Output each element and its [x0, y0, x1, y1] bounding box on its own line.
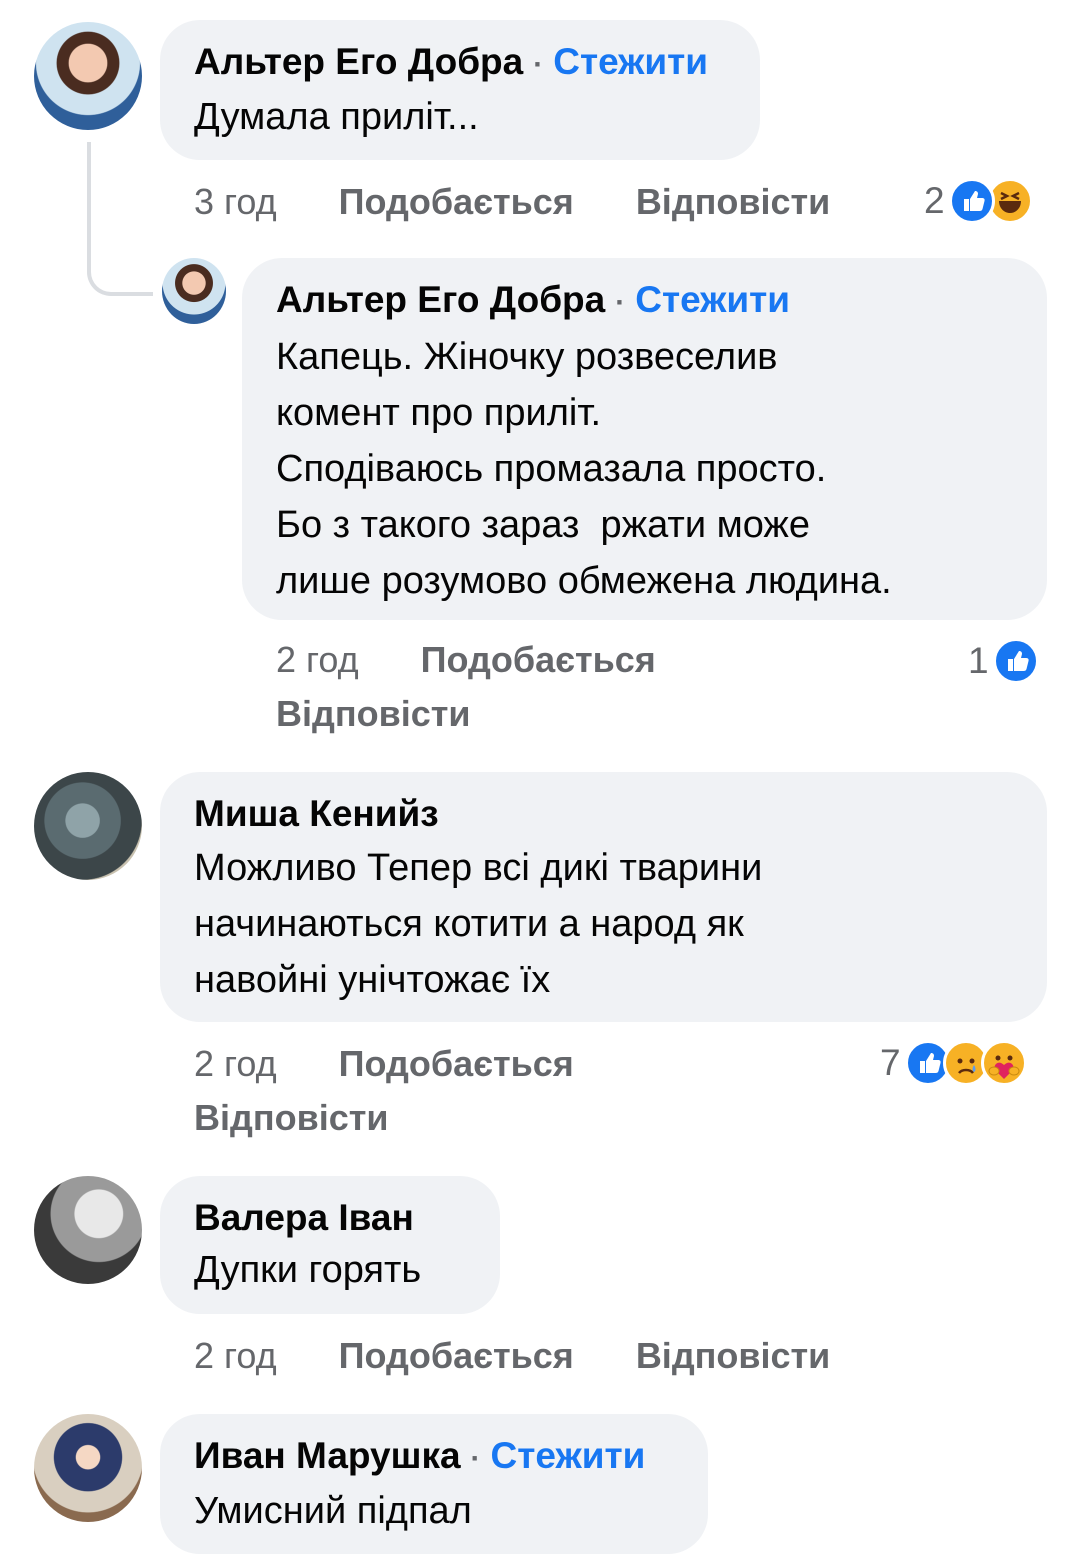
- separator-dot: ·: [615, 286, 626, 319]
- comment-time[interactable]: 3 год: [194, 181, 277, 222]
- comment-bubble: Альтер Его Добра · Стежити Капець. Жіночку…: [242, 258, 1047, 620]
- comment-author[interactable]: Альтер Его Добра: [276, 279, 605, 320]
- reaction-count: 1: [968, 640, 989, 681]
- like-button[interactable]: Подобається: [339, 1043, 574, 1084]
- comment-time[interactable]: 2 год: [276, 639, 359, 680]
- follow-button[interactable]: Стежити: [491, 1435, 646, 1476]
- follow-button[interactable]: Стежити: [635, 279, 790, 320]
- comment-time[interactable]: 2 год: [194, 1335, 277, 1376]
- like-button[interactable]: Подобається: [339, 181, 574, 222]
- comment-actions-row2: Відповісти: [194, 1096, 389, 1140]
- follow-button[interactable]: Стежити: [553, 41, 708, 82]
- comment-time[interactable]: 2 год: [194, 1043, 277, 1084]
- comment-text-line: Бо з такого зараз ржати може: [276, 504, 810, 546]
- avatar[interactable]: [34, 1414, 142, 1522]
- comment-text-line: Можливо Тепер всі дикі тварини: [194, 847, 763, 889]
- comment-actions: 2 год Подобається: [194, 1042, 574, 1086]
- reply-button[interactable]: Відповісти: [636, 181, 831, 222]
- like-icon: [948, 178, 995, 224]
- comment-text-line: Капець. Жіночку розвеселив: [276, 336, 778, 378]
- separator-dot: ·: [533, 48, 544, 81]
- comment-bubble: Валера Іван Дупки горять: [160, 1176, 500, 1314]
- comment-actions: 2 год Подобається Відповісти: [194, 1334, 830, 1378]
- reply-button[interactable]: Відповісти: [276, 693, 471, 734]
- reaction-summary[interactable]: 2: [924, 178, 1033, 224]
- comment-actions: 2 год Подобається: [276, 638, 656, 682]
- comment-text-line: навойні унічтожає їх: [194, 959, 551, 1001]
- reply-thread-line: [87, 142, 153, 296]
- comment-text-line: лише розумово обмежена людина.: [276, 560, 892, 602]
- comment-text: Дупки горять: [194, 1249, 422, 1291]
- reaction-count: 2: [924, 180, 945, 221]
- comment-text-line: комент про приліт.: [276, 392, 602, 434]
- like-button[interactable]: Подобається: [339, 1335, 574, 1376]
- reply-button[interactable]: Відповісти: [636, 1335, 831, 1376]
- comment-text: Умисний підпал: [194, 1490, 472, 1532]
- like-button[interactable]: Подобається: [421, 639, 656, 680]
- avatar[interactable]: [34, 1176, 142, 1284]
- comment-text: Думала приліт...: [194, 96, 479, 138]
- care-icon: [980, 1040, 1027, 1086]
- separator-dot: ·: [470, 1442, 481, 1475]
- reaction-count: 7: [880, 1042, 901, 1083]
- comment-text-line: Сподіваюсь промазала просто.: [276, 448, 827, 490]
- reaction-summary[interactable]: 1: [968, 638, 1039, 684]
- comment-bubble: Иван Марушка · Стежити Умисний підпал: [160, 1414, 708, 1554]
- comment-bubble: Альтер Его Добра · Стежити Думала приліт..…: [160, 20, 760, 160]
- reaction-summary[interactable]: 7: [880, 1040, 1027, 1086]
- comment-bubble: Миша Кенийз Можливо Тепер всі дикі твари…: [160, 772, 1047, 1022]
- reply-button[interactable]: Відповісти: [194, 1097, 389, 1138]
- comment-author[interactable]: Миша Кенийз: [194, 792, 1013, 836]
- comment-actions: 3 год Подобається Відповісти: [194, 180, 830, 224]
- comment-text-line: начинаються котити а народ як: [194, 903, 744, 945]
- comment-author[interactable]: Альтер Его Добра: [194, 41, 523, 82]
- avatar[interactable]: [34, 22, 142, 130]
- comment-author[interactable]: Валера Іван: [194, 1196, 466, 1240]
- comment-author[interactable]: Иван Марушка: [194, 1435, 461, 1476]
- avatar[interactable]: [34, 772, 142, 880]
- like-icon: [992, 638, 1039, 684]
- comment-actions-row2: Відповісти: [276, 692, 471, 736]
- avatar[interactable]: [162, 258, 226, 324]
